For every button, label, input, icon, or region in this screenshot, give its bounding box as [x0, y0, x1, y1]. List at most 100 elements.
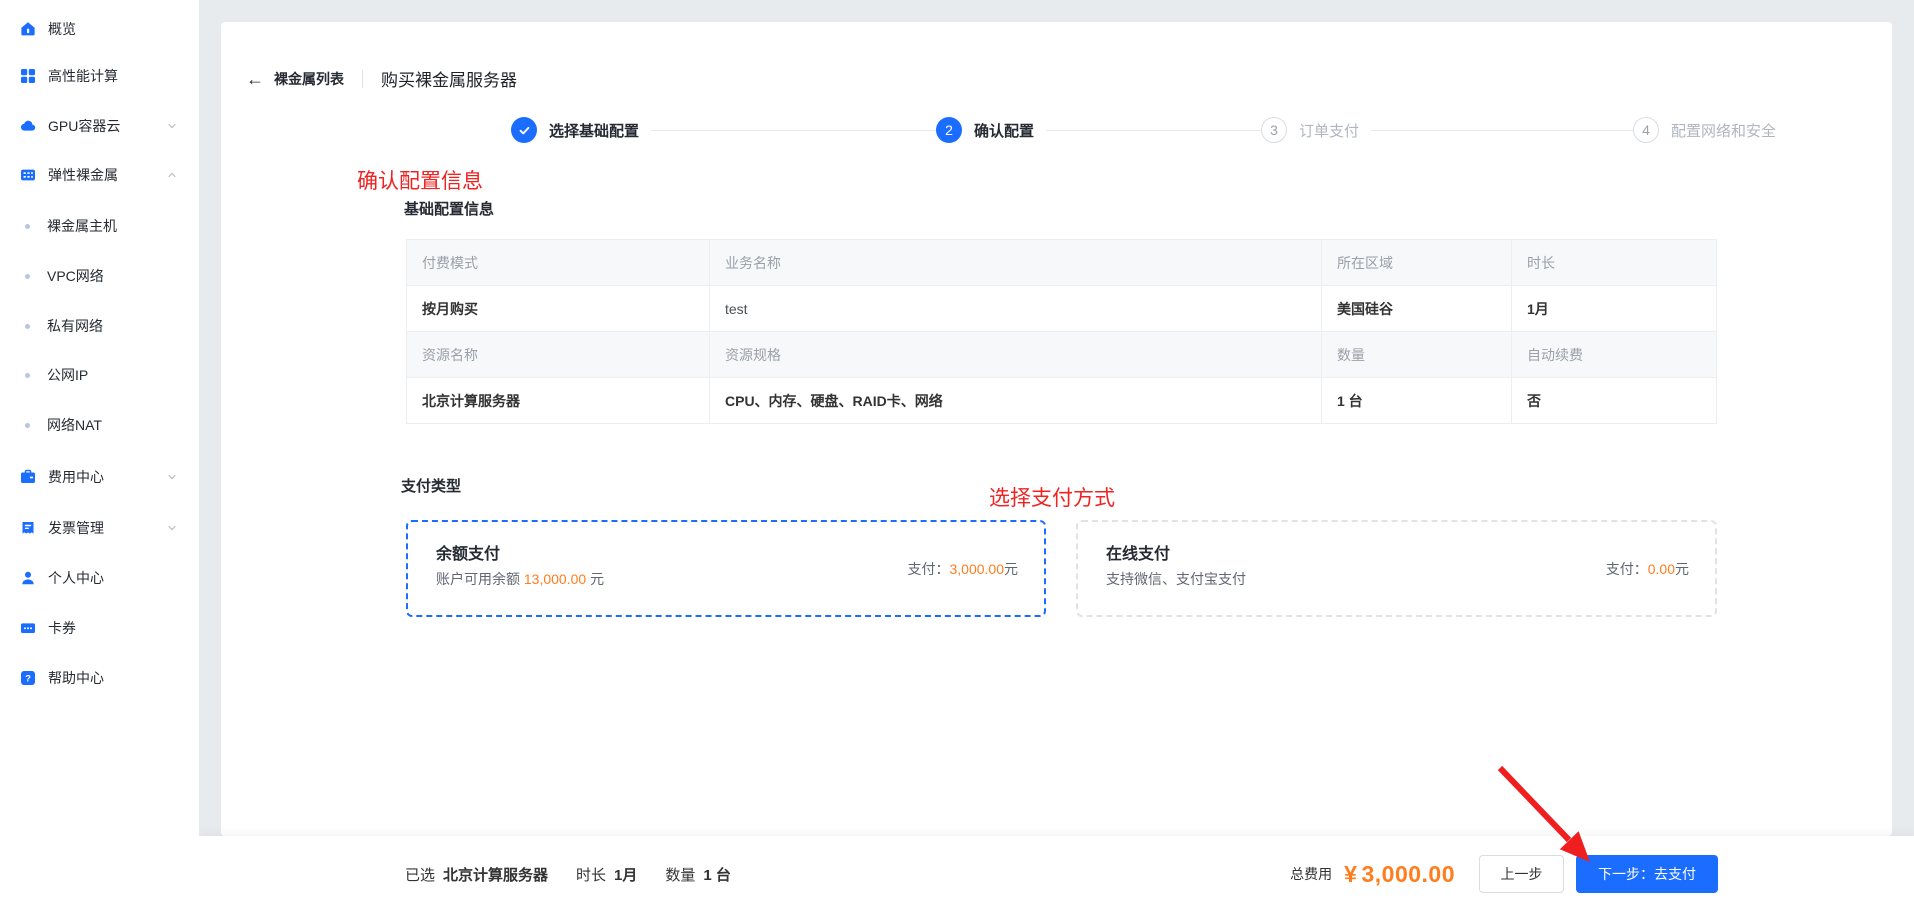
wallet-icon	[20, 469, 36, 485]
annotation-select-payment: 选择支付方式	[989, 487, 1115, 510]
bullet-icon	[25, 422, 30, 428]
step-2-label: 确认配置	[974, 122, 1035, 140]
total-fee-amount: ¥ 3,000.00	[1344, 861, 1455, 888]
step-connector	[651, 129, 937, 131]
bullet-icon	[25, 273, 30, 279]
cell-duration: 1月	[1527, 300, 1549, 317]
invoice-icon	[20, 520, 36, 536]
sidebar-item-account[interactable]: 个人中心	[0, 568, 199, 588]
header-cell: 资源名称	[407, 332, 710, 377]
chevron-down-icon	[167, 472, 177, 482]
step-2-circle: 2	[936, 117, 963, 143]
pay-amount: 0.00	[1647, 560, 1675, 577]
table-header-row: 资源名称 资源规格 数量 自动续费	[407, 332, 1716, 378]
desc-prefix: 账户可用余额	[436, 571, 524, 587]
purchase-card: ← 裸金属列表 购买裸金属服务器 选择基础配置 2 确认配置 3 订单支付 4 …	[221, 22, 1892, 836]
step-4-label: 配置网络和安全	[1671, 122, 1777, 140]
sidebar-item-label: 个人中心	[48, 570, 104, 586]
sidebar-item-label: GPU容器云	[48, 118, 121, 134]
table-row: 北京计算服务器 CPU、内存、硬盘、RAID卡、网络 1 台 否	[407, 378, 1716, 424]
sidebar-item-billing[interactable]: 费用中心	[0, 467, 199, 487]
header-cell: 时长	[1527, 254, 1555, 271]
checkout-controls: 总费用 ¥ 3,000.00 上一步 下一步：去支付	[1290, 836, 1718, 912]
card-icon	[20, 620, 36, 636]
payment-option-pay: 支付： 0.00 元	[1606, 522, 1689, 615]
step-1-label: 选择基础配置	[549, 122, 640, 140]
desc-prefix: 支持微信、支付宝支付	[1106, 571, 1246, 587]
chevron-down-icon	[167, 523, 177, 533]
duration-summary: 时长 1月	[576, 864, 637, 885]
sidebar-item-vpc[interactable]: VPC网络	[0, 266, 199, 286]
sidebar-item-label: 私有网络	[47, 318, 103, 334]
sidebar-item-label: 概览	[48, 21, 76, 37]
sidebar-item-hpc[interactable]: 高性能计算	[0, 66, 199, 86]
sidebar-item-invoice[interactable]: 发票管理	[0, 518, 199, 538]
sidebar-item-label: 费用中心	[48, 469, 104, 485]
payment-option-desc: 支持微信、支付宝支付	[1106, 569, 1246, 589]
breadcrumb-divider	[362, 69, 363, 88]
header-cell: 付费模式	[407, 240, 710, 285]
header-cell: 所在区域	[1322, 240, 1512, 285]
currency-symbol: ¥	[1344, 860, 1358, 887]
payment-option-title: 余额支付	[436, 546, 501, 563]
sidebar-item-baremetal[interactable]: 弹性裸金属	[0, 165, 199, 185]
step-3-circle: 3	[1261, 117, 1288, 143]
step-connector	[1371, 129, 1634, 131]
sidebar-item-label: 卡券	[48, 620, 76, 636]
sidebar-item-nat[interactable]: 网络NAT	[0, 415, 199, 435]
payment-option-desc: 账户可用余额 13,000.00 元	[436, 569, 604, 589]
payment-option-balance[interactable]: 余额支付 账户可用余额 13,000.00 元 支付： 3,000.00 元	[406, 520, 1046, 617]
pay-suffix: 元	[1004, 560, 1018, 577]
cell-business-name: test	[710, 286, 1322, 331]
sidebar-item-coupons[interactable]: 卡券	[0, 618, 199, 638]
cell-quantity: 1 台	[1322, 378, 1512, 423]
header-cell: 资源规格	[710, 332, 1322, 377]
next-step-pay-button[interactable]: 下一步：去支付	[1576, 855, 1718, 893]
user-icon	[20, 570, 36, 586]
sidebar: 概览 高性能计算 GPU容器云 弹性裸金属 裸金属主机 VPC网络 私有网络 公…	[0, 0, 199, 912]
home-icon	[20, 21, 36, 37]
step-4-circle: 4	[1633, 117, 1660, 143]
cell-pay-mode: 按月购买	[407, 286, 710, 331]
sidebar-item-label: 帮助中心	[48, 670, 104, 686]
config-table: 付费模式 业务名称 所在区域 时长 按月购买 test 美国硅谷 1月 资源名称…	[406, 239, 1717, 424]
payment-type-title: 支付类型	[401, 478, 462, 495]
sidebar-item-label: 高性能计算	[48, 68, 118, 84]
console-app: 概览 高性能计算 GPU容器云 弹性裸金属 裸金属主机 VPC网络 私有网络 公…	[0, 0, 1914, 912]
svg-text:?: ?	[25, 674, 31, 685]
quantity-value: 1 台	[703, 866, 731, 884]
table-header-row: 付费模式 业务名称 所在区域 时长	[407, 240, 1716, 286]
server-icon	[20, 167, 36, 183]
cell-region: 美国硅谷	[1322, 286, 1512, 331]
selected-resource: 已选 北京计算服务器	[405, 864, 548, 885]
duration-value: 1月	[614, 866, 638, 884]
sidebar-item-baremetal-host[interactable]: 裸金属主机	[0, 216, 199, 236]
page-title: 购买裸金属服务器	[381, 71, 517, 90]
selection-summary: 已选 北京计算服务器 时长 1月 数量 1 台	[405, 836, 759, 912]
annotation-confirm-config: 确认配置信息	[357, 170, 483, 193]
sidebar-item-private-network[interactable]: 私有网络	[0, 316, 199, 336]
chevron-up-icon	[167, 170, 177, 180]
header-cell: 自动续费	[1527, 346, 1583, 363]
sidebar-item-gpu-cloud[interactable]: GPU容器云	[0, 116, 199, 136]
sidebar-item-label: 裸金属主机	[47, 218, 117, 234]
sidebar-item-public-ip[interactable]: 公网IP	[0, 365, 199, 385]
payment-option-online[interactable]: 在线支付 支持微信、支付宝支付 支付： 0.00 元	[1076, 520, 1717, 617]
bottom-action-bar: 已选 北京计算服务器 时长 1月 数量 1 台 总费用 ¥ 3,000.00 上…	[199, 836, 1914, 912]
total-value: 3,000.00	[1361, 860, 1455, 887]
cell-auto-renew: 否	[1527, 392, 1541, 409]
sidebar-item-label: 公网IP	[47, 367, 89, 383]
quantity-label: 数量	[665, 866, 696, 884]
back-arrow-icon[interactable]: ←	[246, 70, 264, 88]
back-link[interactable]: 裸金属列表	[274, 69, 344, 89]
grid-icon	[20, 68, 36, 84]
previous-step-button[interactable]: 上一步	[1479, 855, 1564, 893]
balance-amount: 13,000.00	[523, 571, 587, 587]
bullet-icon	[25, 372, 30, 378]
sidebar-item-overview[interactable]: 概览	[0, 19, 199, 39]
pay-label: 支付：	[1605, 560, 1648, 577]
pay-suffix: 元	[1675, 560, 1689, 577]
chevron-down-icon	[167, 121, 177, 131]
sidebar-item-help[interactable]: ? 帮助中心	[0, 668, 199, 688]
cloud-icon	[20, 118, 36, 134]
